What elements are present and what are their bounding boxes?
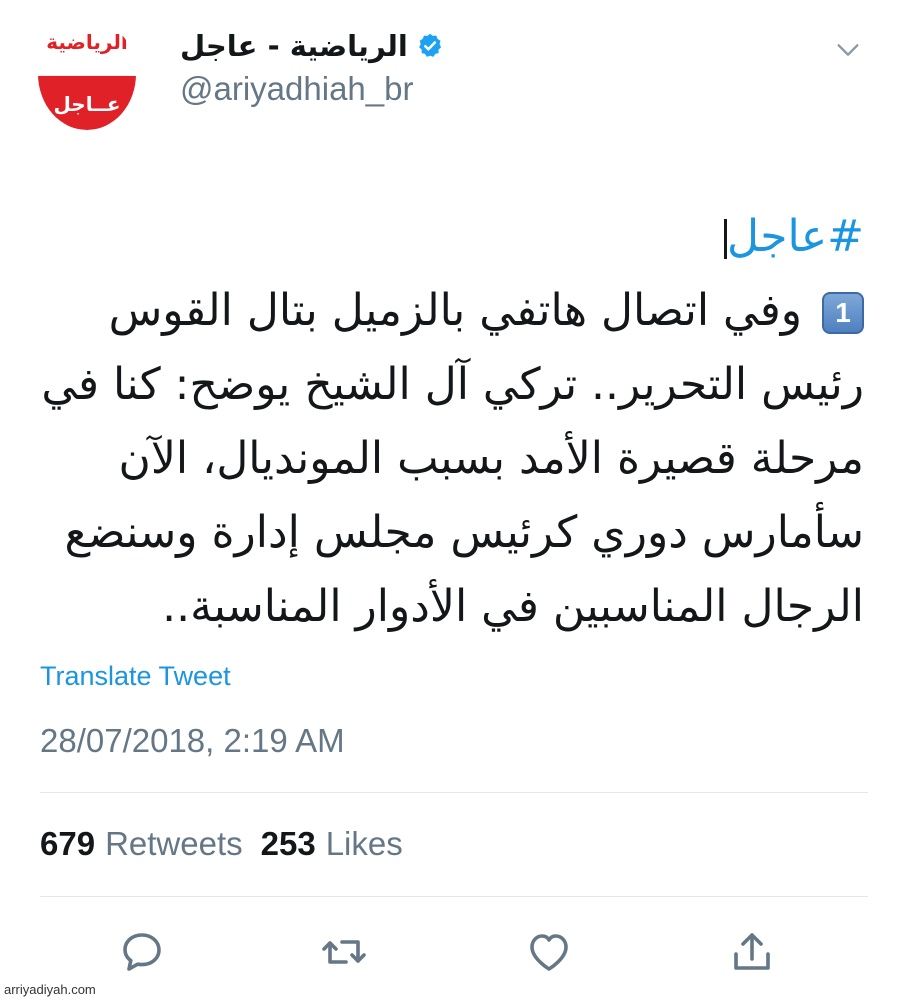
retweet-icon[interactable] <box>320 928 368 976</box>
verified-badge-icon <box>418 33 441 57</box>
share-icon[interactable] <box>728 928 776 976</box>
retweets-stat[interactable]: 679 Retweets <box>40 825 243 863</box>
display-name-row[interactable]: الرياضية - عاجل <box>180 26 444 66</box>
tweet-header: الرياضية عــاجل الرياضية - عاجل @ariyadh… <box>0 0 904 140</box>
avatar-badge-text: عــاجل <box>53 92 121 116</box>
likes-stat[interactable]: 253 Likes <box>261 825 403 863</box>
divider <box>40 792 868 793</box>
tweet-body: 1 وفي اتصال هاتفي بالزميل بتال القوس رئي… <box>40 274 864 644</box>
likes-label: Likes <box>325 825 403 862</box>
watermark: arriyadiyah.com <box>4 982 96 997</box>
tweet-actions <box>0 918 904 978</box>
hashtag-line: #عاجل <box>40 200 864 274</box>
tweet-stats: 679 Retweets 253 Likes <box>40 825 403 863</box>
chevron-down-icon[interactable] <box>834 36 862 64</box>
hashtag-link[interactable]: #عاجل <box>727 211 864 262</box>
user-handle[interactable]: @ariyadhiah_br <box>180 70 413 108</box>
avatar-logo-text: الرياضية <box>46 30 128 54</box>
keycap-one-emoji: 1 <box>822 292 864 334</box>
divider <box>40 896 868 897</box>
display-name[interactable]: الرياضية - عاجل <box>180 29 408 63</box>
likes-count: 253 <box>260 825 316 862</box>
tweet-timestamp[interactable]: 28/07/2018, 2:19 AM <box>40 722 345 760</box>
tweet-body-text: وفي اتصال هاتفي بالزميل بتال القوس رئيس … <box>41 285 864 632</box>
avatar[interactable]: الرياضية عــاجل <box>38 18 136 130</box>
reply-icon[interactable] <box>118 928 166 976</box>
retweets-count: 679 <box>40 825 96 862</box>
translate-tweet-link[interactable]: Translate Tweet <box>40 661 231 692</box>
tweet-text: #عاجل 1 وفي اتصال هاتفي بالزميل بتال الق… <box>40 200 864 644</box>
retweets-label: Retweets <box>105 825 243 862</box>
like-icon[interactable] <box>525 928 573 976</box>
